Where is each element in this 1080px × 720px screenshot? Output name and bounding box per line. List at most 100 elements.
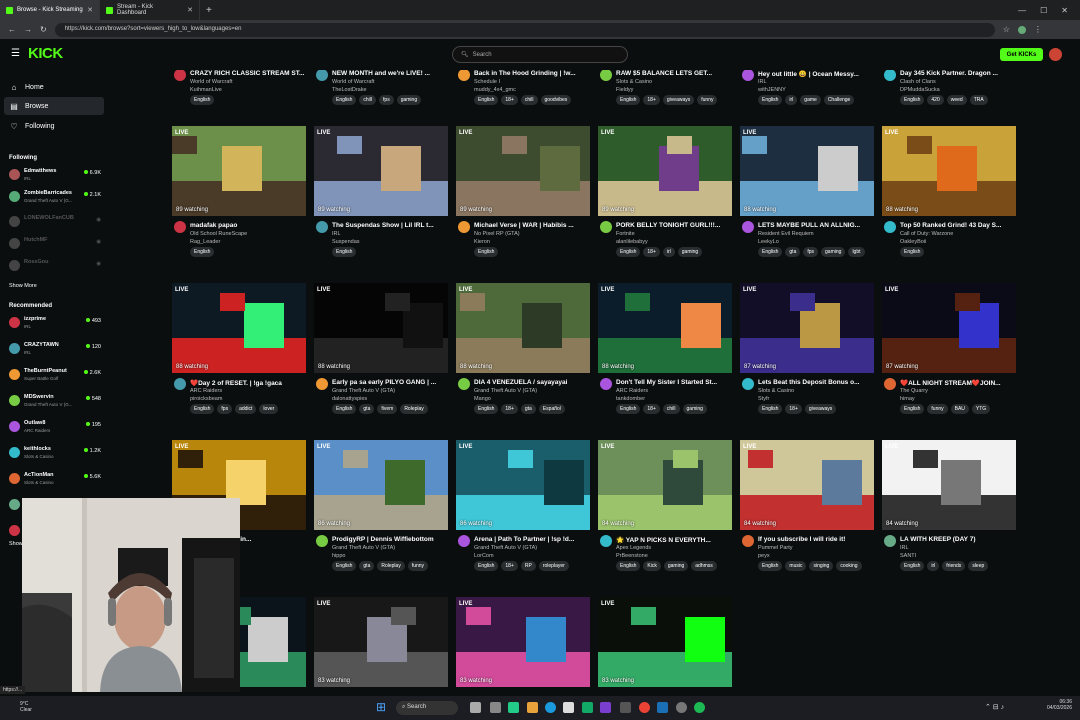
- stream-tag[interactable]: funny: [927, 404, 948, 414]
- stream-thumbnail[interactable]: LIVE 84 watching: [740, 440, 874, 530]
- streamer-name[interactable]: Fieldyy: [616, 87, 633, 93]
- stream-title[interactable]: LETS MAYBE PULL AN ALLNIG...: [758, 222, 872, 229]
- stream-tag[interactable]: TRA: [969, 95, 988, 105]
- forward-icon[interactable]: →: [24, 25, 32, 34]
- avatar[interactable]: [884, 535, 896, 547]
- avatar[interactable]: [884, 378, 896, 390]
- stream-tag[interactable]: Roleplay: [377, 561, 405, 571]
- stream-tag[interactable]: English: [616, 561, 641, 571]
- reload-icon[interactable]: ↻: [40, 25, 47, 34]
- following-channel[interactable]: ZombieBarricades Grand Theft Auto V (G...…: [9, 189, 105, 207]
- stream-tag[interactable]: gta: [520, 404, 536, 414]
- stream-thumbnail[interactable]: LIVE 88 watching: [314, 283, 448, 373]
- following-channel[interactable]: HutchMF ◉: [9, 236, 105, 254]
- stream-tag[interactable]: Kick: [643, 561, 661, 571]
- stream-tag[interactable]: goodvibes: [540, 95, 572, 105]
- stream-tag[interactable]: gaming: [821, 247, 846, 257]
- task-view-icon[interactable]: [470, 702, 481, 713]
- stream-category[interactable]: Old School RuneScape: [190, 231, 247, 237]
- avatar[interactable]: [600, 221, 612, 233]
- new-tab-icon[interactable]: +: [200, 5, 218, 16]
- search-input[interactable]: 🔍︎ Search: [452, 46, 628, 63]
- app-icon[interactable]: [620, 702, 631, 713]
- streamer-name[interactable]: himay: [900, 396, 915, 402]
- stream-card[interactable]: LIVE 89 watching Michael Verse | WAR | Hab…: [454, 126, 590, 276]
- stream-card[interactable]: LIVE 87 watching ❤️ALL NIGHT STREAM❤️JOIN.…: [880, 283, 1016, 433]
- stream-category[interactable]: Grand Theft Auto V (GTA): [332, 545, 395, 551]
- avatar[interactable]: [458, 378, 470, 390]
- sidebar-item-home[interactable]: ⌂ Home: [4, 78, 104, 96]
- app-icon[interactable]: [600, 702, 611, 713]
- spotify-icon[interactable]: [694, 702, 705, 713]
- stream-card[interactable]: LIVE 83 watching: [312, 597, 448, 690]
- stream-thumbnail[interactable]: LIVE 88 watching: [598, 283, 732, 373]
- stream-tag[interactable]: fps: [379, 95, 394, 105]
- show-more-recommended[interactable]: Show: [9, 541, 23, 547]
- stream-tag[interactable]: roleplayer: [538, 561, 569, 571]
- hamburger-menu-icon[interactable]: ☰: [11, 48, 20, 59]
- stream-tag[interactable]: gaming: [682, 404, 707, 414]
- user-avatar[interactable]: [1049, 48, 1062, 61]
- stream-tag[interactable]: chill: [662, 404, 680, 414]
- avatar[interactable]: [316, 378, 328, 390]
- stream-category[interactable]: Fortnite: [616, 231, 635, 237]
- stream-category[interactable]: Resident Evil Requiem: [758, 231, 814, 237]
- avatar[interactable]: [600, 378, 612, 390]
- stream-title[interactable]: Arena | Path To Partner | !sp !d...: [474, 536, 588, 543]
- recommended-channel[interactable]: AcTionMan Slots & Casino 5.6K: [9, 471, 105, 489]
- following-channel[interactable]: LONEWOLFanCUB ◉: [9, 214, 105, 232]
- stream-thumbnail[interactable]: LIVE 83 watching: [314, 597, 448, 687]
- star-icon[interactable]: ☆: [1003, 25, 1010, 34]
- avatar[interactable]: [600, 535, 612, 547]
- stream-card[interactable]: CRAZY RICH CLASSIC STREAM ST... World of …: [170, 70, 306, 124]
- tray-icons[interactable]: ⌃ ⊟ ♪: [985, 703, 1004, 711]
- stream-category[interactable]: Call of Duty: Warzone: [900, 231, 953, 237]
- stream-tag[interactable]: English: [474, 247, 499, 257]
- maximize-icon[interactable]: ☐: [1040, 6, 1047, 15]
- stream-tag[interactable]: English: [332, 404, 357, 414]
- stream-tag[interactable]: English: [616, 404, 641, 414]
- stream-card[interactable]: LIVE 83 watching: [596, 597, 732, 690]
- stream-category[interactable]: IRL: [758, 79, 767, 85]
- stream-title[interactable]: Don't Tell My Sister I Started St...: [616, 379, 730, 386]
- stream-category[interactable]: World of Warcraft: [190, 79, 232, 85]
- stream-tag[interactable]: gta: [359, 561, 375, 571]
- stream-category[interactable]: ARC Raiders: [616, 388, 648, 394]
- stream-tag[interactable]: 18+: [643, 95, 660, 105]
- stream-tag[interactable]: funny: [407, 561, 429, 571]
- stream-card[interactable]: LIVE 88 watching LETS MAYBE PULL AN ALLNIG…: [738, 126, 874, 276]
- stream-tag[interactable]: English: [190, 247, 215, 257]
- edge-icon[interactable]: [545, 702, 556, 713]
- avatar[interactable]: [174, 221, 186, 233]
- stream-tag[interactable]: Roleplay: [400, 404, 428, 414]
- recommended-channel[interactable]: izzprime IRL 493: [9, 315, 105, 333]
- streamer-name[interactable]: Kieron: [474, 239, 490, 245]
- stream-tag[interactable]: irl: [662, 247, 675, 257]
- recommended-channel[interactable]: MDSwervin Grand Theft Auto V (G... 548: [9, 393, 105, 411]
- streamer-name[interactable]: Mango: [474, 396, 491, 402]
- stream-category[interactable]: IRL: [900, 545, 909, 551]
- app-icon[interactable]: [490, 702, 501, 713]
- avatar[interactable]: [316, 535, 328, 547]
- stream-card[interactable]: LIVE 89 watching madafak papao Old School R…: [170, 126, 306, 276]
- stream-card[interactable]: LIVE 87 watching Lets Beat this Deposit Bo…: [738, 283, 874, 433]
- stream-title[interactable]: LA WITH KREEP (DAY 7): [900, 536, 1014, 543]
- stream-tag[interactable]: English: [900, 247, 925, 257]
- stream-thumbnail[interactable]: LIVE 88 watching: [882, 126, 1016, 216]
- stream-tag[interactable]: 18+: [785, 404, 802, 414]
- stream-tag[interactable]: 18+: [501, 561, 518, 571]
- stream-tag[interactable]: gta: [359, 404, 375, 414]
- streamer-name[interactable]: Suspendas: [332, 239, 360, 245]
- stream-card[interactable]: LIVE 89 watching The Suspendas Show | Lil …: [312, 126, 448, 276]
- stream-thumbnail[interactable]: LIVE 87 watching: [882, 283, 1016, 373]
- stream-card[interactable]: LIVE 88 watching ❤️Day 2 of RESET. | !ga !…: [170, 283, 306, 433]
- stream-thumbnail[interactable]: LIVE 83 watching: [598, 597, 732, 687]
- stream-tag[interactable]: English: [332, 95, 357, 105]
- avatar[interactable]: [174, 70, 186, 81]
- stream-title[interactable]: PORK BELLY TONIGHT GURL!!!...: [616, 222, 730, 229]
- avatar[interactable]: [316, 70, 328, 81]
- stream-tag[interactable]: gta: [785, 247, 801, 257]
- stream-tag[interactable]: English: [758, 561, 783, 571]
- stream-card[interactable]: LIVE 86 watching Arena | Path To Partner |…: [454, 440, 590, 590]
- stream-tag[interactable]: gaming: [677, 247, 703, 257]
